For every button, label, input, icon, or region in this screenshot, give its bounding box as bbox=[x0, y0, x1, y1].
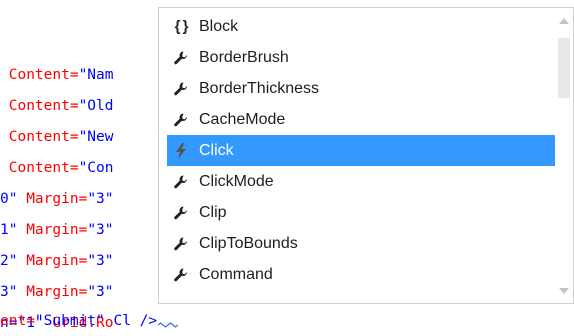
code-value: "3" bbox=[87, 253, 114, 269]
code-value: "3" bbox=[87, 222, 114, 238]
completion-label: BorderThickness bbox=[199, 80, 320, 97]
scroll-up-arrow-icon[interactable] bbox=[559, 18, 569, 24]
wrench-icon bbox=[167, 42, 195, 73]
completion-item-cachemode[interactable]: CacheMode bbox=[167, 104, 555, 135]
wrench-icon bbox=[167, 73, 195, 104]
code-attribute: Content= bbox=[8, 129, 79, 145]
completion-item-borderbrush[interactable]: BorderBrush bbox=[167, 42, 555, 73]
braces-icon: { } bbox=[174, 18, 189, 35]
code-value: "Con bbox=[78, 160, 114, 176]
code-line: Content="Con bbox=[0, 156, 114, 180]
code-line: Content="Nam bbox=[0, 63, 114, 87]
code-value: "Submit" Cl /> bbox=[34, 313, 158, 329]
wrench-icon bbox=[167, 166, 195, 197]
completion-label: Click bbox=[199, 142, 234, 159]
completion-label: CacheMode bbox=[199, 111, 286, 128]
scrollbar-thumb[interactable] bbox=[558, 38, 570, 98]
code-line: Content="New bbox=[0, 125, 114, 149]
wrench-icon bbox=[167, 104, 195, 135]
code-attribute: Content= bbox=[8, 98, 79, 114]
completion-label: BorderBrush bbox=[199, 49, 289, 66]
code-line: 2" Margin="3" bbox=[0, 249, 114, 273]
code-editor[interactable]: Content="Nam Content="Old Content="New C… bbox=[0, 0, 574, 336]
completion-item-clip[interactable]: Clip bbox=[167, 197, 555, 228]
completion-item-borderthickness[interactable]: BorderThickness bbox=[167, 73, 555, 104]
code-line: 1" Margin="3" bbox=[0, 218, 114, 242]
completion-label: ClipToBounds bbox=[199, 235, 298, 252]
code-text: 3" bbox=[0, 284, 27, 300]
intellisense-popup: { } Block BorderBrush BorderThickness Ca… bbox=[158, 7, 574, 304]
code-text: 1" bbox=[0, 222, 27, 238]
completion-label: Block bbox=[199, 18, 239, 35]
code-text: 2" bbox=[0, 253, 27, 269]
wrench-icon bbox=[167, 228, 195, 259]
code-text: 0" bbox=[0, 191, 27, 207]
wrench-icon bbox=[167, 259, 195, 290]
code-value: "3" bbox=[87, 191, 114, 207]
error-squiggle bbox=[158, 322, 178, 328]
scroll-down-arrow-icon[interactable] bbox=[559, 288, 569, 294]
code-attribute: Margin= bbox=[26, 191, 88, 207]
code-attribute: Content= bbox=[8, 160, 79, 176]
code-attribute: Margin= bbox=[26, 284, 88, 300]
code-attribute: Margin= bbox=[26, 222, 88, 238]
completion-label: Command bbox=[199, 266, 273, 283]
completion-item-command[interactable]: Command bbox=[167, 259, 555, 290]
event-lightning-icon bbox=[167, 135, 195, 166]
completion-label: Clip bbox=[199, 204, 227, 221]
popup-scrollbar[interactable] bbox=[555, 8, 573, 303]
code-line-current: ent="Submit" Cl /> bbox=[0, 309, 157, 333]
code-value: "Nam bbox=[78, 67, 114, 83]
completion-item-block[interactable]: { } Block bbox=[167, 11, 555, 42]
code-attribute: Margin= bbox=[26, 253, 88, 269]
code-line: Content="Old bbox=[0, 94, 114, 118]
completion-item-cliptobounds[interactable]: ClipToBounds bbox=[167, 228, 555, 259]
wrench-icon bbox=[167, 197, 195, 228]
code-value: "3" bbox=[87, 284, 114, 300]
completion-item-click[interactable]: Click bbox=[167, 135, 555, 166]
code-attribute: Content= bbox=[8, 67, 79, 83]
code-value: "New bbox=[78, 129, 114, 145]
code-line: 3" Margin="3" bbox=[0, 280, 114, 304]
code-value: "Old bbox=[78, 98, 114, 114]
code-line: 0" Margin="3" bbox=[0, 187, 114, 211]
completion-item-clickmode[interactable]: ClickMode bbox=[167, 166, 555, 197]
completion-label: ClickMode bbox=[199, 173, 274, 190]
code-attribute: ent= bbox=[0, 313, 35, 329]
